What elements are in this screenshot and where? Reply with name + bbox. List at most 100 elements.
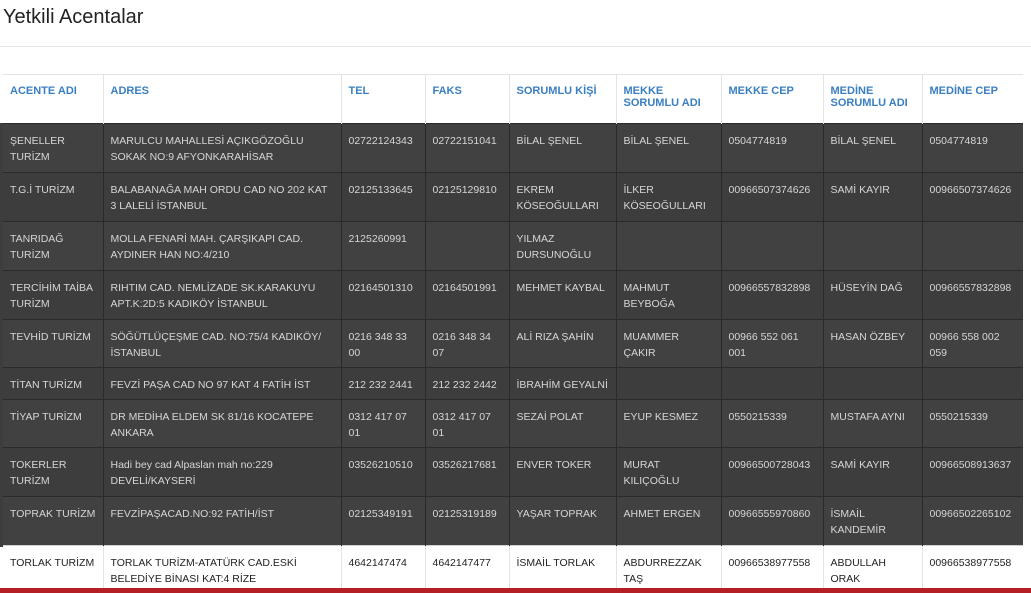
footer-accent-bar [0,588,1031,593]
table-row[interactable]: TOPRAK TURİZM FEVZİPAŞACAD.NO:92 FATİH/İS… [3,496,1023,546]
table-cell: 4642147474 [341,545,426,591]
table-cell: ABDURREZZAK TAŞ [616,545,722,591]
table-cell: ABDULLAH ORAK [823,545,923,591]
table-cell: TERCİHİM TAİBA TURİZM [3,270,104,320]
table-cell: 03526210510 [341,447,426,497]
table-cell: BALABANAĞA MAH ORDU CAD NO 202 KAT 3 LAL… [103,172,342,222]
table-cell: 00966538977558 [922,545,1023,591]
table-cell: 00966555970860 [721,496,824,546]
agencies-table-container: ACENTE ADI ADRES TEL FAKS SORUMLU KİŞİ M… [3,74,1023,591]
table-cell: MEHMET KAYBAL [509,270,617,320]
table-cell: 00966500728043 [721,447,824,497]
table-cell: SEZAİ POLAT [509,399,617,448]
table-body: ŞENELLER TURİZM MARULCU MAHALLESİ AÇIKGÖZ… [3,123,1023,591]
table-cell: 4642147477 [425,545,510,591]
column-header[interactable]: SORUMLU KİŞİ [509,74,617,124]
column-header[interactable]: MEKKE CEP [721,74,824,124]
table-cell: 212 232 2441 [341,367,426,400]
table-cell: 02125349191 [341,496,426,546]
table-cell: TOPRAK TURİZM [3,496,104,546]
table-cell: 02164501991 [425,270,510,320]
table-row[interactable]: ŞENELLER TURİZM MARULCU MAHALLESİ AÇIKGÖZ… [3,123,1023,173]
table-cell: MOLLA FENARİ MAH. ÇARŞIKAPI CAD. AYDINER… [103,221,342,271]
table-cell: ŞENELLER TURİZM [3,123,104,173]
column-header[interactable]: MEKKE SORUMLU ADI [616,74,722,124]
table-cell: İSMAİL KANDEMİR [823,496,923,546]
column-header[interactable]: ADRES [103,74,342,124]
table-cell: 0216 348 33 00 [341,319,426,368]
table-row[interactable]: T.G.İ TURİZM BALABANAĞA MAH ORDU CAD NO 2… [3,172,1023,222]
table-cell: ENVER TOKER [509,447,617,497]
table-header-row: ACENTE ADI ADRES TEL FAKS SORUMLU KİŞİ M… [3,74,1023,124]
table-row-highlighted[interactable]: TORLAK TURİZM TORLAK TURİZM-ATATÜRK CAD.E… [3,545,1023,591]
table-cell [823,367,923,400]
table-cell: 00966507374626 [922,172,1023,222]
table-cell: 02125129810 [425,172,510,222]
table-cell: BİLAL ŞENEL [616,123,722,173]
table-row[interactable]: TOKERLER TURİZM Hadi bey cad Alpaslan mah… [3,447,1023,497]
table-cell: İBRAHİM GEYALNİ [509,367,617,400]
table-cell: RIHTIM CAD. NEMLİZADE SK.KARAKUYU APT.K:… [103,270,342,320]
title-divider [0,46,1031,47]
table-cell: TİYAP TURİZM [3,399,104,448]
table-cell: YILMAZ DURSUNOĞLU [509,221,617,271]
table-cell: İSMAİL TORLAK [509,545,617,591]
table-row[interactable]: TEVHİD TURİZM SÖĞÜTLÜÇEŞME CAD. NO:75/4 K… [3,319,1023,368]
table-cell: FEVZİPAŞACAD.NO:92 FATİH/İST [103,496,342,546]
table-cell: 0504774819 [721,123,824,173]
table-cell [922,367,1023,400]
table-cell: 00966502265102 [922,496,1023,546]
table-cell: TİTAN TURİZM [3,367,104,400]
table-cell: İLKER KÖSEOĞULLARI [616,172,722,222]
table-cell: 02164501310 [341,270,426,320]
table-cell: 00966557832898 [922,270,1023,320]
table-cell: T.G.İ TURİZM [3,172,104,222]
table-cell: 0550215339 [721,399,824,448]
table-row[interactable]: TERCİHİM TAİBA TURİZM RIHTIM CAD. NEMLİZA… [3,270,1023,320]
column-header[interactable]: FAKS [425,74,510,124]
table-cell: 00966 558 002 059 [922,319,1023,368]
table-cell: SAMİ KAYIR [823,447,923,497]
table-cell: 00966538977558 [721,545,824,591]
table-cell: MAHMUT BEYBOĞA [616,270,722,320]
table-cell: TANRIDAĞ TURİZM [3,221,104,271]
table-cell: ALİ RIZA ŞAHİN [509,319,617,368]
table-cell: FEVZİ PAŞA CAD NO 97 KAT 4 FATİH İST [103,367,342,400]
table-cell: 02125133645 [341,172,426,222]
column-header[interactable]: ACENTE ADI [3,74,104,124]
page-title: Yetkili Acentalar [3,6,144,28]
table-cell: MARULCU MAHALLESİ AÇIKGÖZOĞLU SOKAK NO:9… [103,123,342,173]
table-cell: 03526217681 [425,447,510,497]
table-cell [721,221,824,271]
table-cell: BİLAL ŞENEL [509,123,617,173]
table-cell [922,221,1023,271]
table-cell [823,221,923,271]
table-cell: 0312 417 07 01 [425,399,510,448]
table-cell: 00966 552 061 001 [721,319,824,368]
table-cell: HASAN ÖZBEY [823,319,923,368]
table-cell: 02722151041 [425,123,510,173]
table-cell: 0504774819 [922,123,1023,173]
table-cell: 00966508913637 [922,447,1023,497]
table-cell: TEVHİD TURİZM [3,319,104,368]
table-cell [616,221,722,271]
column-header[interactable]: MEDİNE CEP [922,74,1023,124]
table-cell: EYUP KESMEZ [616,399,722,448]
table-cell: YAŞAR TOPRAK [509,496,617,546]
table-cell: 212 232 2442 [425,367,510,400]
column-header[interactable]: MEDİNE SORUMLU ADI [823,74,923,124]
overlay-edge [0,123,3,547]
table-cell: MUSTAFA AYNI [823,399,923,448]
table-cell: AHMET ERGEN [616,496,722,546]
table-cell: 02722124343 [341,123,426,173]
table-cell: 02125319189 [425,496,510,546]
table-cell: 0550215339 [922,399,1023,448]
table-cell [425,221,510,271]
table-row[interactable]: TİTAN TURİZM FEVZİ PAŞA CAD NO 97 KAT 4 F… [3,367,1023,400]
table-cell: TORLAK TURİZM-ATATÜRK CAD.ESKİ BELEDİYE … [103,545,342,591]
table-cell: Hadi bey cad Alpaslan mah no:229 DEVELİ/… [103,447,342,497]
table-row[interactable]: TANRIDAĞ TURİZM MOLLA FENARİ MAH. ÇARŞIKA… [3,221,1023,271]
column-header[interactable]: TEL [341,74,426,124]
table-cell: TOKERLER TURİZM [3,447,104,497]
table-row[interactable]: TİYAP TURİZM DR MEDİHA ELDEM SK 81/16 KOC… [3,399,1023,448]
